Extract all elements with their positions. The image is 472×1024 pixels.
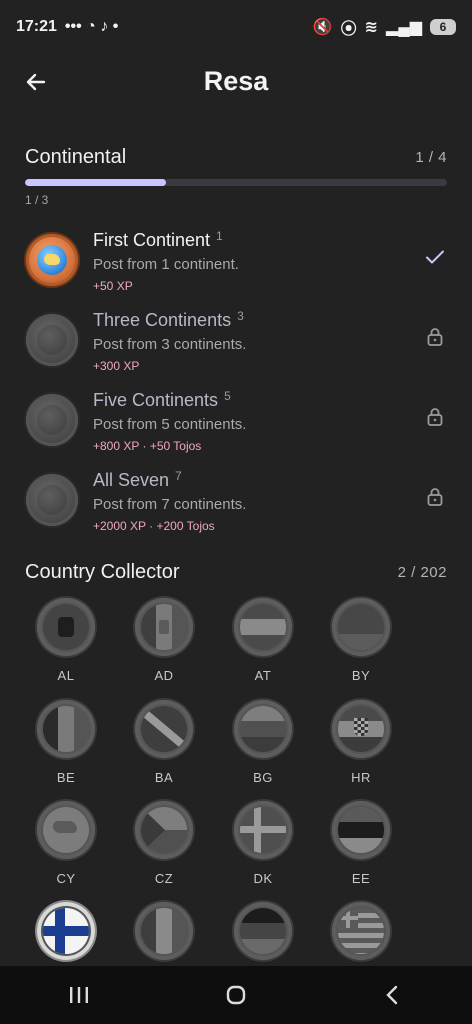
flag-icon bbox=[234, 801, 292, 859]
flag-icon bbox=[37, 801, 95, 859]
country-code: CY bbox=[56, 871, 76, 886]
flag-icon bbox=[234, 700, 292, 758]
app-bar: Resa bbox=[0, 54, 472, 110]
country-badge-ad[interactable]: AD bbox=[134, 598, 194, 683]
progress-fill bbox=[25, 179, 166, 186]
flag-icon bbox=[332, 598, 390, 656]
achievement-item[interactable]: Three Continents 3 Post from 3 continents… bbox=[0, 304, 472, 384]
country-badge-bg[interactable]: BG bbox=[233, 700, 293, 785]
flag-icon bbox=[332, 902, 390, 960]
section-title: Country Collector bbox=[25, 561, 180, 583]
battery-icon: 6 bbox=[430, 19, 456, 35]
achievement-name: Five Continents bbox=[93, 390, 219, 410]
section-count: 2 / 202 bbox=[397, 564, 447, 581]
achievement-name: First Continent bbox=[93, 230, 211, 250]
home-icon bbox=[226, 985, 246, 1005]
globe-medal-icon bbox=[26, 234, 78, 286]
signal-icon: ▂▄▆ bbox=[386, 19, 422, 36]
flag-icon bbox=[234, 598, 292, 656]
flag-icon bbox=[135, 801, 193, 859]
country-code: DK bbox=[253, 871, 273, 886]
flag-icon bbox=[332, 801, 390, 859]
section-count: 1 / 4 bbox=[415, 149, 447, 166]
country-badge-dk[interactable]: DK bbox=[233, 801, 293, 886]
flag-icon bbox=[37, 700, 95, 758]
achievement-name: All Seven bbox=[93, 470, 170, 490]
recents-icon bbox=[69, 987, 88, 1003]
country-badge-by[interactable]: BY bbox=[331, 598, 391, 683]
country-code: EE bbox=[351, 871, 371, 886]
flag-icon bbox=[135, 598, 193, 656]
country-badge-ee[interactable]: EE bbox=[331, 801, 391, 886]
country-code: BG bbox=[253, 770, 273, 785]
achievement-item[interactable]: First Continent 1 Post from 1 continent. … bbox=[0, 224, 472, 304]
back-nav-button[interactable] bbox=[363, 975, 423, 1015]
achievement-description: Post from 1 continent. bbox=[93, 256, 239, 273]
achievement-description: Post from 3 continents. bbox=[93, 336, 247, 353]
flag-icon bbox=[37, 902, 95, 960]
country-code: AT bbox=[254, 668, 272, 683]
achievement-list: First Continent 1 Post from 1 continent. … bbox=[0, 224, 472, 544]
achievement-item[interactable]: All Seven 7 Post from 7 continents. +2000… bbox=[0, 464, 472, 544]
check-icon bbox=[424, 246, 446, 268]
country-code: HR bbox=[351, 770, 371, 785]
continental-progress-bar bbox=[25, 179, 447, 186]
achievement-item[interactable]: Five Continents 5 Post from 5 continents.… bbox=[0, 384, 472, 464]
flag-icon bbox=[135, 902, 193, 960]
country-code: BE bbox=[56, 770, 76, 785]
country-collector-header: Country Collector 2 / 202 bbox=[25, 561, 447, 584]
recents-button[interactable] bbox=[49, 975, 109, 1015]
country-code: BA bbox=[154, 770, 174, 785]
country-code: CZ bbox=[154, 871, 174, 886]
achievement-description: Post from 5 continents. bbox=[93, 416, 247, 433]
flag-icon bbox=[234, 902, 292, 960]
country-badge-cy[interactable]: CY bbox=[36, 801, 96, 886]
country-badge-cz[interactable]: CZ bbox=[134, 801, 194, 886]
clock: 17:21 bbox=[16, 18, 57, 35]
notification-icons: ••• ◔ ♪ • bbox=[64, 18, 119, 35]
country-badge-ba[interactable]: BA bbox=[134, 700, 194, 785]
lock-icon bbox=[424, 406, 446, 428]
system-nav-bar bbox=[0, 966, 472, 1024]
locked-medal-icon bbox=[26, 474, 78, 526]
status-bar: 17:21 ••• ◔ ♪ • 🔇 ⦿ ≋ ▂▄▆ 6 bbox=[0, 0, 472, 54]
lock-icon bbox=[424, 486, 446, 508]
chevron-left-icon bbox=[386, 985, 398, 1005]
location-icon: ⦿ bbox=[340, 21, 357, 38]
achievement-name: Three Continents bbox=[93, 310, 232, 330]
wifi-icon: ≋ bbox=[364, 19, 379, 36]
achievement-reward: +300 XP bbox=[93, 359, 140, 373]
page-title: Resa bbox=[203, 66, 269, 96]
section-title: Continental bbox=[25, 146, 127, 168]
locked-medal-icon bbox=[26, 314, 78, 366]
country-badge-be[interactable]: BE bbox=[36, 700, 96, 785]
achievement-reward: +800 XP · +50 Tojos bbox=[93, 439, 202, 453]
achievement-level: 5 bbox=[224, 389, 231, 403]
continental-header: Continental 1 / 4 bbox=[25, 146, 447, 169]
flag-icon bbox=[37, 598, 95, 656]
country-badge-hr[interactable]: HR bbox=[331, 700, 391, 785]
country-code: BY bbox=[351, 668, 371, 683]
country-badge-al[interactable]: AL bbox=[36, 598, 96, 683]
mute-icon: 🔇 bbox=[312, 19, 333, 36]
achievement-description: Post from 7 continents. bbox=[93, 496, 247, 513]
achievement-reward: +2000 XP · +200 Tojos bbox=[93, 519, 215, 533]
country-code: AD bbox=[154, 668, 174, 683]
progress-label: 1 / 3 bbox=[25, 193, 49, 207]
flag-icon bbox=[135, 700, 193, 758]
achievement-level: 3 bbox=[237, 309, 244, 323]
achievement-level: 7 bbox=[175, 469, 182, 483]
country-code: AL bbox=[57, 668, 75, 683]
lock-icon bbox=[424, 326, 446, 348]
country-badge-at[interactable]: AT bbox=[233, 598, 293, 683]
home-button[interactable] bbox=[206, 975, 266, 1015]
locked-medal-icon bbox=[26, 394, 78, 446]
achievement-level: 1 bbox=[216, 229, 223, 243]
flag-icon bbox=[332, 700, 390, 758]
achievement-reward: +50 XP bbox=[93, 279, 133, 293]
